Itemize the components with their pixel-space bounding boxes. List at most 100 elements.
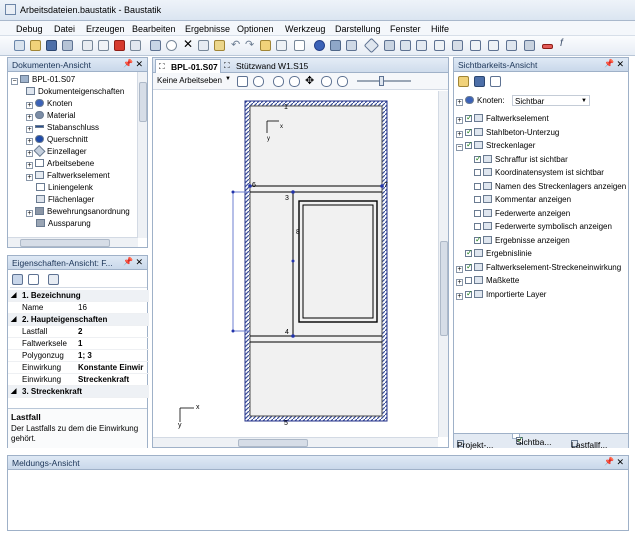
close-icon[interactable]: ✕ (135, 257, 143, 268)
close-icon[interactable]: ✕ (616, 457, 624, 468)
zoom-in-icon[interactable] (273, 76, 284, 87)
expand-icon[interactable]: + (26, 102, 33, 109)
expand-icon[interactable]: + (26, 174, 33, 181)
section-icon[interactable] (346, 40, 357, 51)
visibility-item[interactable]: Schraffur ist sichtbar (474, 154, 568, 167)
visibility-checkbox[interactable] (465, 262, 473, 271)
visibility-checkbox[interactable] (465, 140, 473, 149)
node[interactable] (291, 334, 295, 338)
pin-icon[interactable]: 📌 (604, 457, 614, 466)
pin-icon[interactable]: 📌 (123, 257, 133, 266)
redo-icon[interactable]: ↷ (245, 38, 254, 51)
expand-icon[interactable]: + (26, 210, 33, 217)
menu-datei[interactable]: Datei (54, 24, 75, 34)
new-icon[interactable] (14, 40, 25, 51)
collapse-icon[interactable]: ◢ (11, 315, 16, 323)
property-value[interactable]: 2 (78, 327, 146, 336)
tree-item-stabanschluss[interactable]: + Stabanschluss (26, 123, 99, 135)
open-icon[interactable] (458, 76, 469, 87)
select-area-icon[interactable] (253, 76, 264, 87)
zoom-all-icon[interactable] (337, 76, 348, 87)
menu-bearbeiten[interactable]: Bearbeiten (132, 24, 176, 34)
visibility-item[interactable]: Federwerte anzeigen (474, 208, 570, 221)
visibility-checkbox[interactable] (465, 113, 473, 122)
properties-icon[interactable] (150, 40, 161, 51)
categorized-icon[interactable] (12, 274, 23, 285)
expand-icon[interactable]: + (26, 126, 33, 133)
property-value[interactable]: 1 (78, 339, 146, 348)
reinforcement-icon[interactable] (470, 40, 481, 51)
formula-icon[interactable]: f (560, 38, 563, 49)
shell-element[interactable] (249, 105, 383, 417)
tree-item-dokumenteigenschaften[interactable]: Dokumenteigenschaften (26, 87, 124, 99)
tree-item-knoten[interactable]: + Knoten (26, 99, 72, 111)
undo-icon[interactable]: ↶ (231, 38, 240, 51)
open-icon[interactable] (30, 40, 41, 51)
pdf-icon[interactable] (114, 40, 125, 51)
property-pages-icon[interactable] (48, 274, 59, 285)
line-icon[interactable] (363, 37, 380, 54)
pin-icon[interactable]: 📌 (123, 59, 133, 68)
visibility-checkbox[interactable] (474, 235, 482, 244)
tree-item-faltwerkselement[interactable]: + Faltwerkselement (26, 171, 110, 183)
zoom-slider-thumb[interactable] (379, 76, 384, 86)
tree-item-bewehrungsanordnung[interactable]: + Bewehrungsanordnung (26, 207, 130, 219)
visibility-checkbox[interactable] (474, 223, 481, 230)
visibility-item[interactable]: − Streckenlager (456, 140, 535, 153)
menu-debug[interactable]: Debug (16, 24, 43, 34)
visibility-item[interactable]: Koordinatensystem ist sichtbar (474, 168, 604, 180)
preview-icon[interactable] (98, 40, 109, 51)
expand-icon[interactable]: + (26, 138, 33, 145)
expand-icon[interactable]: + (456, 117, 463, 124)
property-value[interactable]: Streckenkraft (78, 375, 146, 384)
save-all-icon[interactable] (62, 40, 73, 51)
hinge-icon[interactable] (434, 40, 445, 51)
scroll-thumb[interactable] (238, 439, 308, 447)
collapse-icon[interactable]: − (11, 78, 18, 85)
tab-bpl-01[interactable]: ⛶ BPL-01.S07 (155, 59, 221, 73)
property-value[interactable]: 1; 3 (78, 351, 146, 360)
collapse-icon[interactable]: ◢ (11, 291, 16, 299)
wall-icon[interactable] (524, 40, 535, 51)
scroll-thumb[interactable] (440, 241, 448, 336)
visibility-item[interactable]: + Faltwerkselement-Streckeneinwirkung (456, 262, 621, 275)
menu-werkzeug[interactable]: Werkzeug (285, 24, 325, 34)
expand-icon[interactable]: + (26, 114, 33, 121)
plane-icon[interactable] (400, 40, 411, 51)
paste-icon[interactable] (214, 40, 225, 51)
frame-icon[interactable] (294, 40, 305, 51)
documents-scrollbar-h[interactable] (8, 237, 138, 247)
support-icon[interactable] (384, 40, 395, 51)
surface-support-icon[interactable] (452, 40, 463, 51)
scroll-thumb[interactable] (20, 239, 110, 247)
documents-scrollbar-v[interactable] (137, 72, 147, 238)
sphere-icon[interactable] (314, 40, 325, 51)
copy-icon[interactable] (198, 40, 209, 51)
visibility-item[interactable]: + Stahlbeton-Unterzug (456, 127, 559, 140)
pin-icon[interactable]: 📌 (604, 59, 614, 68)
visibility-checkbox[interactable] (474, 182, 481, 190)
menu-hilfe[interactable]: Hilfe (431, 24, 449, 34)
scroll-thumb[interactable] (139, 82, 147, 122)
expand-icon[interactable]: + (26, 162, 33, 169)
tree-item-einzellager[interactable]: + Einzellager (26, 144, 87, 159)
working-plane-select[interactable]: Keine Arbeitseben ▼ (155, 75, 231, 87)
expand-icon[interactable]: + (456, 130, 463, 138)
tree-item-flachenlager[interactable]: Flächenlager (36, 195, 94, 207)
tree-item-querschnitt[interactable]: + Querschnitt (26, 135, 88, 147)
property-row[interactable]: Einwirkung Streckenkraft (8, 374, 149, 386)
beam-icon[interactable] (330, 40, 341, 51)
close-icon[interactable]: ✕ (616, 59, 624, 70)
node[interactable] (231, 190, 235, 194)
close-icon[interactable]: ✕ (135, 59, 143, 70)
menu-optionen[interactable]: Optionen (237, 24, 274, 34)
property-row[interactable]: Lastfall 2 (8, 326, 149, 338)
visibility-item[interactable]: + Maßkette (456, 276, 519, 288)
load-icon[interactable] (506, 40, 517, 51)
visibility-checkbox[interactable] (474, 169, 481, 176)
zoom-window-icon[interactable] (289, 76, 300, 87)
node[interactable] (291, 190, 295, 194)
property-value[interactable]: 16 (78, 303, 146, 312)
visibility-checkbox[interactable] (474, 154, 482, 163)
save-icon[interactable] (46, 40, 57, 51)
